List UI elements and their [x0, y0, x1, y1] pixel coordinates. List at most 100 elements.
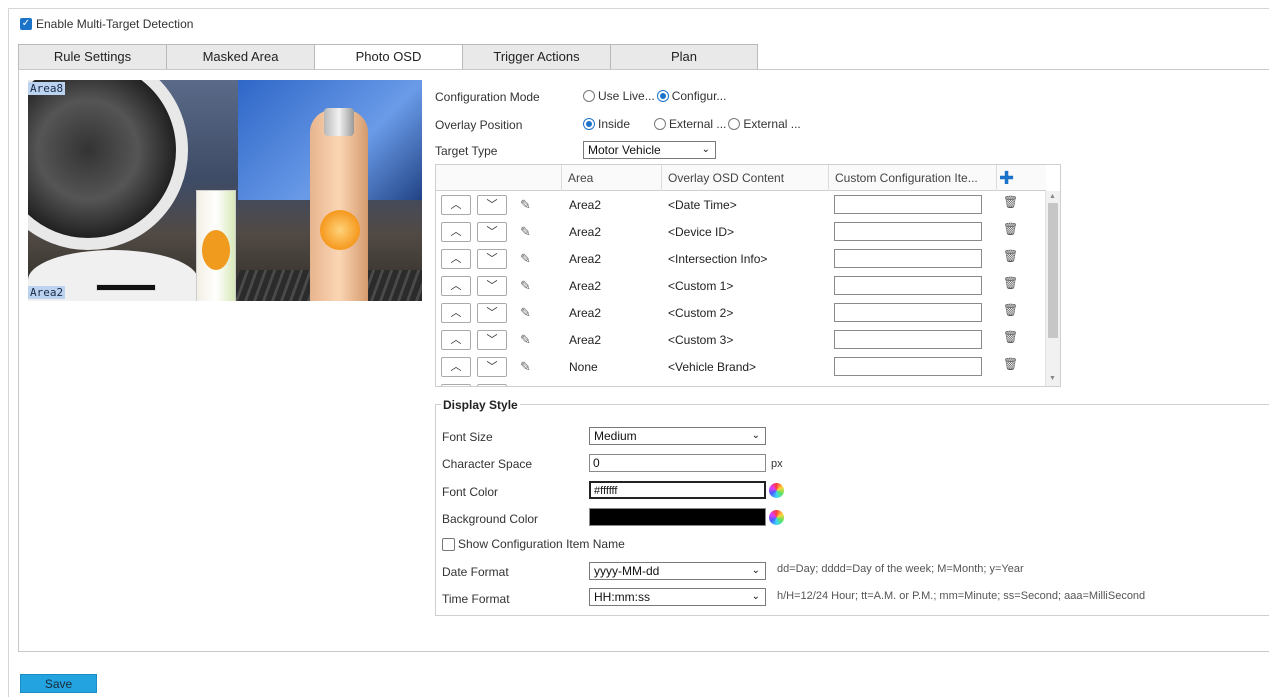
trash-icon[interactable]: 🗑: [1003, 357, 1018, 371]
enable-multi-target-checkbox[interactable]: ✓: [20, 18, 32, 30]
time-format-label: Time Format: [442, 592, 510, 606]
target-type-select[interactable]: Motor Vehicle ⌄: [583, 141, 716, 159]
custom-config-input[interactable]: [834, 249, 982, 268]
move-up-button[interactable]: ︿: [441, 303, 471, 323]
move-up-button[interactable]: ︿: [441, 195, 471, 215]
edit-pencil-icon[interactable]: ✎: [520, 251, 531, 267]
edit-pencil-icon[interactable]: ✎: [520, 224, 531, 240]
overlay-position-label: Overlay Position: [435, 118, 523, 132]
table-row: ︿ ﹀ ✎ Area2 <Custom 2> 🗑: [436, 300, 1046, 327]
show-config-item-name-checkbox[interactable]: [442, 537, 455, 551]
overlay-external-1[interactable]: External ...: [654, 117, 726, 131]
tab-plan[interactable]: Plan: [610, 44, 758, 70]
move-up-button[interactable]: ︿: [441, 276, 471, 296]
target-type-label: Target Type: [435, 144, 498, 158]
move-up-button[interactable]: ︿: [441, 357, 471, 377]
preview-fan: [28, 80, 188, 250]
grid-header: Area Overlay OSD Content Custom Configur…: [436, 165, 1046, 191]
move-up-button[interactable]: [441, 384, 471, 386]
custom-config-input[interactable]: [834, 276, 982, 295]
color-picker-icon[interactable]: [769, 483, 784, 498]
osd-timestamp-strip: [96, 284, 156, 291]
edit-pencil-icon[interactable]: ✎: [520, 359, 531, 375]
move-down-button[interactable]: ﹀: [477, 330, 507, 350]
move-down-button[interactable]: ﹀: [477, 195, 507, 215]
add-row-icon[interactable]: ✚: [999, 169, 1014, 187]
date-format-label: Date Format: [442, 565, 509, 579]
live-preview-image[interactable]: Area8 Area2: [28, 80, 422, 301]
trash-icon[interactable]: 🗑: [1003, 276, 1018, 290]
show-config-item-name-row[interactable]: Show Configuration Item Name: [442, 537, 625, 551]
tab-trigger-actions[interactable]: Trigger Actions: [462, 44, 610, 70]
character-space-label: Character Space: [442, 457, 533, 471]
trash-icon[interactable]: 🗑: [1003, 330, 1018, 344]
row-content: <Vehicle Brand>: [668, 360, 757, 374]
chevron-down-icon: ⌄: [751, 430, 760, 441]
area8-tag[interactable]: Area8: [28, 82, 66, 95]
row-area: None: [569, 360, 598, 374]
edit-pencil-icon[interactable]: ✎: [520, 278, 531, 294]
config-mode-live[interactable]: Use Live...: [583, 89, 655, 103]
tab-rule-settings[interactable]: Rule Settings: [18, 44, 166, 70]
chevron-down-icon: ⌄: [751, 591, 760, 602]
trash-icon[interactable]: 🗑: [1003, 249, 1018, 263]
chevron-down-icon: ⌄: [701, 144, 710, 155]
move-down-button[interactable]: ﹀: [477, 222, 507, 242]
enable-multi-target-row[interactable]: ✓ Enable Multi-Target Detection: [20, 17, 193, 31]
move-down-button[interactable]: ﹀: [477, 303, 507, 323]
date-format-select[interactable]: yyyy-MM-dd ⌄: [589, 562, 766, 580]
time-format-select[interactable]: HH:mm:ss ⌄: [589, 588, 766, 606]
custom-config-input[interactable]: [834, 330, 982, 349]
scroll-up-arrow-icon[interactable]: ▲: [1049, 193, 1056, 200]
move-down-button[interactable]: [477, 384, 507, 386]
font-size-select[interactable]: Medium ⌄: [589, 427, 766, 445]
osd-content-grid: Area Overlay OSD Content Custom Configur…: [435, 164, 1061, 387]
font-size-value: Medium: [594, 429, 637, 443]
font-size-label: Font Size: [442, 430, 493, 444]
tab-masked-area[interactable]: Masked Area: [166, 44, 314, 70]
scroll-down-arrow-icon[interactable]: ▼: [1049, 375, 1056, 382]
show-config-item-name-label: Show Configuration Item Name: [458, 537, 625, 551]
trash-icon[interactable]: 🗑: [1003, 195, 1018, 209]
edit-pencil-icon[interactable]: ✎: [520, 197, 531, 213]
custom-config-input[interactable]: [834, 222, 982, 241]
area2-tag[interactable]: Area2: [28, 286, 66, 299]
grid-header-area: Area: [561, 165, 661, 191]
edit-pencil-icon[interactable]: ✎: [520, 332, 531, 348]
move-up-button[interactable]: ︿: [441, 249, 471, 269]
move-up-button[interactable]: ︿: [441, 222, 471, 242]
custom-config-input[interactable]: [834, 303, 982, 322]
trash-icon[interactable]: 🗑: [1003, 222, 1018, 236]
move-up-button[interactable]: ︿: [441, 330, 471, 350]
trash-icon[interactable]: 🗑: [1003, 303, 1018, 317]
row-area: Area2: [569, 333, 602, 347]
font-color-input[interactable]: #ffffff: [589, 481, 766, 499]
color-picker-icon[interactable]: [769, 510, 784, 525]
config-mode-configure[interactable]: Configur...: [656, 89, 726, 103]
edit-pencil-icon[interactable]: ✎: [520, 305, 531, 321]
custom-config-input[interactable]: [834, 357, 982, 376]
scrollbar-thumb[interactable]: [1048, 203, 1058, 338]
row-area: Area2: [569, 252, 602, 266]
save-button[interactable]: Save: [20, 674, 97, 693]
row-content: <Custom 1>: [668, 279, 734, 293]
overlay-inside[interactable]: Inside: [583, 117, 630, 131]
tab-photo-osd[interactable]: Photo OSD: [314, 44, 462, 70]
date-format-value: yyyy-MM-dd: [594, 564, 660, 578]
character-space-input[interactable]: 0: [589, 454, 766, 472]
table-row: ︿ ﹀ ✎ None <Vehicle Brand> 🗑: [436, 354, 1046, 381]
background-color-input[interactable]: [589, 508, 766, 526]
top-divider: [8, 8, 1269, 9]
character-space-unit: px: [771, 458, 783, 470]
move-down-button[interactable]: ﹀: [477, 276, 507, 296]
move-down-button[interactable]: ﹀: [477, 357, 507, 377]
font-color-label: Font Color: [442, 485, 499, 499]
move-down-button[interactable]: ﹀: [477, 249, 507, 269]
grid-scrollbar[interactable]: ▲ ▼: [1045, 191, 1060, 386]
left-divider: [8, 8, 9, 697]
preview-bottle-orange: [320, 210, 360, 250]
target-type-value: Motor Vehicle: [588, 143, 661, 157]
overlay-external-2[interactable]: External ...: [728, 117, 801, 131]
custom-config-input[interactable]: [834, 195, 982, 214]
row-area: Area2: [569, 225, 602, 239]
